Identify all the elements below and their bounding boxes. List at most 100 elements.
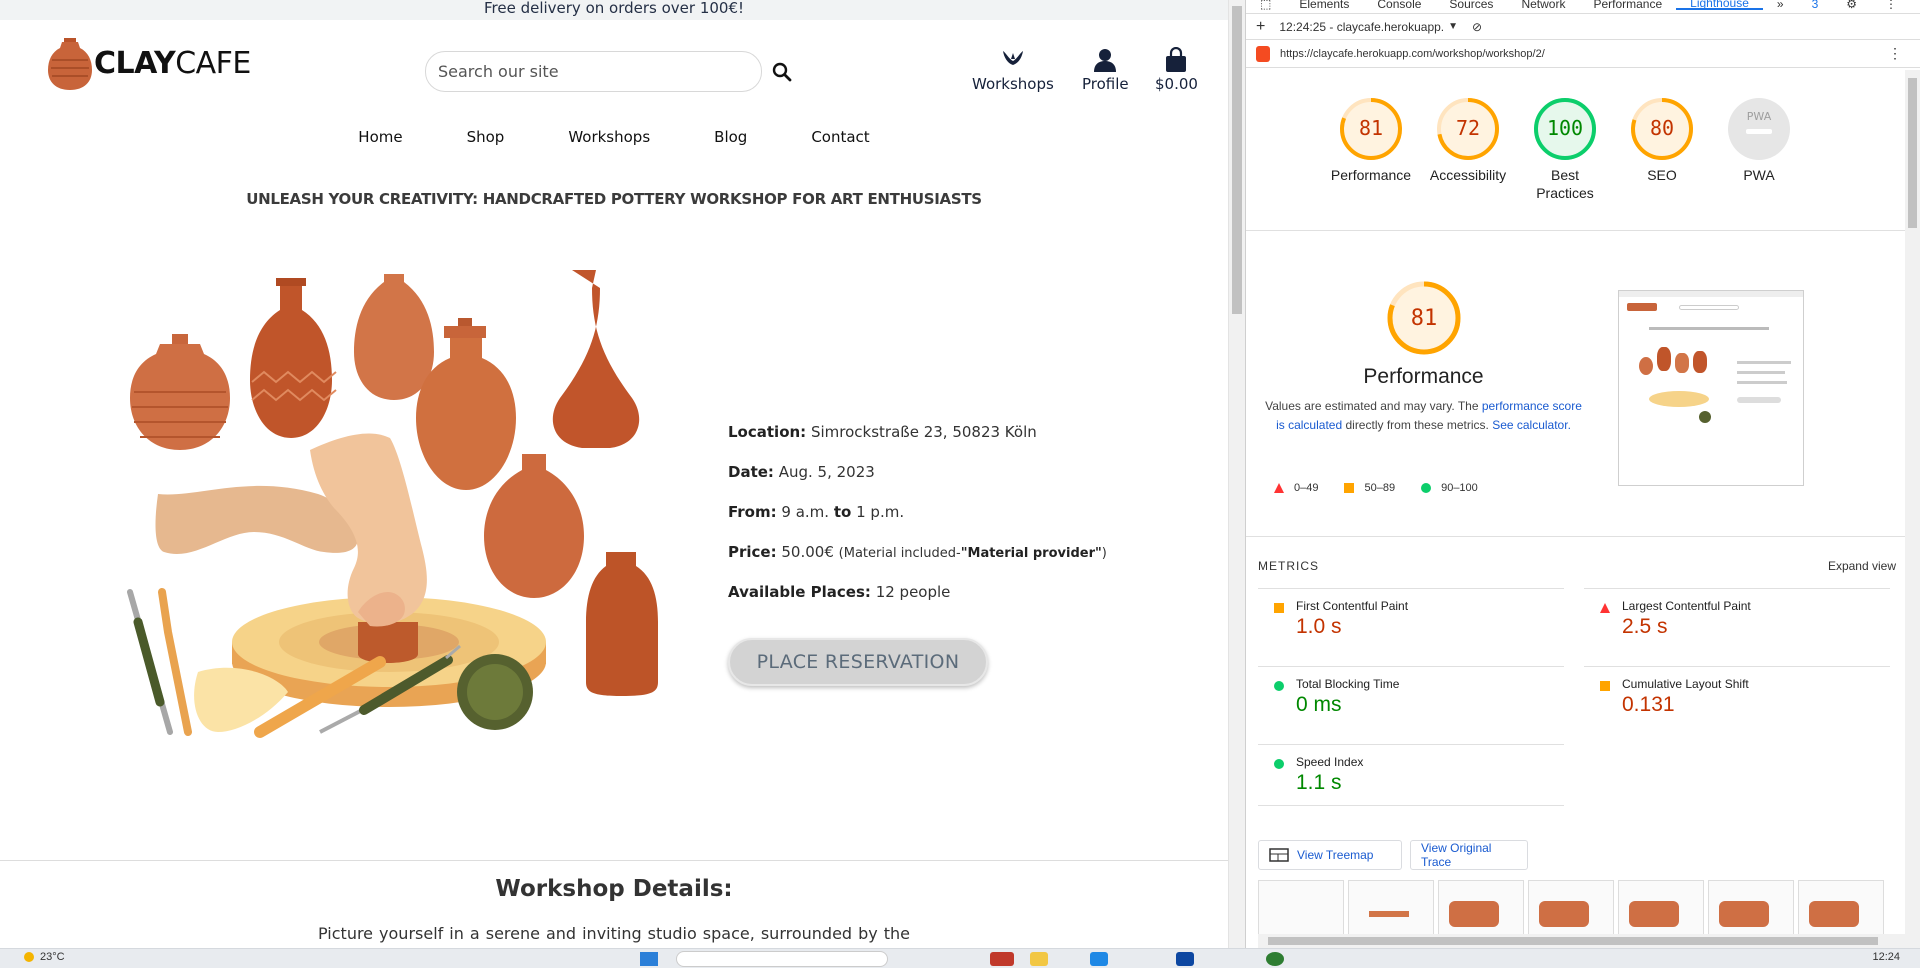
- workshop-details-text: Picture yourself in a serene and invitin…: [318, 924, 910, 943]
- svg-text:72: 72: [1456, 116, 1480, 140]
- gauge-seo[interactable]: 80 SEO: [1614, 96, 1710, 184]
- report-url: https://claycafe.herokuapp.com/workshop/…: [1280, 47, 1545, 60]
- site-scrollbar[interactable]: [1228, 0, 1245, 948]
- place-reservation-button[interactable]: PLACE RESERVATION: [728, 638, 988, 686]
- gauge-best-practices[interactable]: 100 Best Practices: [1517, 96, 1613, 202]
- expand-view-toggle[interactable]: Expand view: [1828, 559, 1896, 573]
- final-screenshot-thumbnail[interactable]: [1618, 290, 1804, 486]
- circle-icon: [1421, 483, 1432, 493]
- website-viewport: Free delivery on orders over 100€! CLAYC…: [0, 0, 1228, 948]
- divider: [1246, 230, 1906, 231]
- tab-console[interactable]: Console: [1363, 0, 1435, 10]
- workshops-link[interactable]: Workshops: [972, 47, 1054, 93]
- lighthouse-toolbar: + 12:24:25 - claycafe.herokuapp. ▼ ⊘: [1246, 14, 1920, 40]
- settings-icon[interactable]: ⚙: [1832, 0, 1871, 10]
- gauge-performance[interactable]: 81 Performance: [1323, 96, 1419, 184]
- nav-workshops[interactable]: Workshops: [536, 128, 682, 146]
- date-row: Date: Aug. 5, 2023: [728, 463, 875, 481]
- nav-home[interactable]: Home: [326, 128, 434, 146]
- metric-lcp: Largest Contentful Paint 2.5 s: [1584, 588, 1890, 650]
- time-row: From: 9 a.m. to 1 p.m.: [728, 503, 905, 521]
- legend-pass: 90–100: [1421, 482, 1478, 494]
- weather-widget[interactable]: 23°C: [24, 951, 65, 963]
- filmstrip-frame: [1258, 880, 1344, 940]
- clear-icon[interactable]: ⊘: [1472, 20, 1482, 34]
- main-nav: Home Shop Workshops Blog Contact: [0, 128, 1228, 146]
- taskbar-app-icon[interactable]: [990, 952, 1014, 966]
- site-scrollbar-thumb[interactable]: [1232, 6, 1242, 314]
- gauge-pwa[interactable]: PWA PWA: [1711, 96, 1807, 184]
- filmstrip-scrollbar-thumb[interactable]: [1268, 937, 1878, 945]
- view-treemap-button[interactable]: View Treemap: [1258, 840, 1402, 870]
- sun-icon: [24, 952, 34, 962]
- start-button[interactable]: [640, 952, 658, 966]
- more-options-icon[interactable]: ⋮: [1871, 0, 1911, 10]
- metric-cls: Cumulative Layout Shift 0.131: [1584, 666, 1890, 728]
- filmstrip: [1258, 880, 1898, 940]
- report-menu-icon[interactable]: ⋮: [1888, 45, 1902, 62]
- taskbar-app-icon[interactable]: [1090, 952, 1108, 966]
- pottery-workshop-illustration: [127, 270, 658, 738]
- filmstrip-frame: [1528, 880, 1614, 940]
- tab-lighthouse[interactable]: Lighthouse: [1676, 0, 1763, 10]
- striped-jar-image: [130, 334, 230, 450]
- price-row: Price: 50.00€ (Material included-"Materi…: [728, 543, 1107, 561]
- report-url-bar: https://claycafe.herokuapp.com/workshop/…: [1246, 40, 1920, 68]
- location-row: Location: Simrockstraße 23, 50823 Köln: [728, 423, 1037, 441]
- tab-sources[interactable]: Sources: [1435, 0, 1507, 10]
- tab-performance[interactable]: Performance: [1579, 0, 1676, 10]
- report-selector[interactable]: 12:24:25 - claycafe.herokuapp.: [1279, 20, 1444, 34]
- more-tabs-icon[interactable]: »: [1763, 0, 1798, 10]
- cart-link[interactable]: $0.00: [1155, 47, 1198, 93]
- clay-pot-logo-icon: [48, 38, 92, 90]
- taskbar-search[interactable]: [676, 951, 888, 967]
- clock[interactable]: 12:24: [1872, 951, 1900, 963]
- promo-banner: Free delivery on orders over 100€!: [0, 0, 1228, 20]
- site-logo[interactable]: CLAYCAFE: [48, 34, 251, 92]
- taskbar-app-icon[interactable]: [1266, 952, 1284, 966]
- svg-text:PWA: PWA: [1747, 110, 1772, 123]
- search-icon[interactable]: [770, 60, 794, 84]
- issues-badge[interactable]: 3: [1798, 0, 1833, 10]
- performance-title: Performance: [1363, 365, 1484, 388]
- gauge-label: SEO: [1647, 167, 1677, 183]
- shopping-bag-icon: [1166, 47, 1187, 72]
- view-original-trace-button[interactable]: View Original Trace: [1410, 840, 1528, 870]
- treemap-icon: [1269, 848, 1289, 862]
- taskbar-app-icon[interactable]: [1176, 952, 1194, 966]
- triangle-icon: [1600, 603, 1610, 613]
- pwa-badge-icon: PWA: [1728, 98, 1790, 160]
- nav-shop[interactable]: Shop: [435, 128, 537, 146]
- workshops-label: Workshops: [972, 75, 1054, 93]
- places-row: Available Places: 12 people: [728, 583, 951, 601]
- tab-network[interactable]: Network: [1507, 0, 1579, 10]
- section-divider: [0, 860, 1228, 861]
- devtools-scrollbar-thumb[interactable]: [1908, 78, 1917, 228]
- circle-icon: [1274, 681, 1284, 691]
- workshop-details-title: Workshop Details:: [495, 876, 733, 902]
- inspect-icon[interactable]: ⬚: [1246, 0, 1285, 10]
- gauge-label: Best Practices: [1536, 167, 1594, 201]
- windows-taskbar: 23°C 12:24: [0, 948, 1920, 968]
- score-ring: 100: [1534, 98, 1596, 160]
- person-icon: [1094, 49, 1117, 72]
- see-calculator-link[interactable]: See calculator.: [1492, 418, 1571, 432]
- nav-blog[interactable]: Blog: [682, 128, 779, 146]
- chevron-down-icon[interactable]: ▼: [1448, 21, 1458, 32]
- gauge-accessibility[interactable]: 72 Accessibility: [1420, 96, 1516, 184]
- svg-text:81: 81: [1410, 306, 1437, 331]
- gauge-label: PWA: [1743, 167, 1775, 183]
- taskbar-app-icon[interactable]: [1030, 952, 1048, 966]
- gauge-label: Performance: [1330, 167, 1412, 183]
- devtools-tabs: ⬚ Elements Console Sources Network Perfo…: [1246, 0, 1920, 14]
- circle-icon: [1274, 759, 1284, 769]
- filmstrip-scrollbar[interactable]: [1258, 934, 1908, 948]
- cart-total: $0.00: [1155, 75, 1198, 93]
- profile-link[interactable]: Profile: [1082, 47, 1129, 93]
- nav-contact[interactable]: Contact: [779, 128, 901, 146]
- devtools-scrollbar[interactable]: [1905, 70, 1920, 948]
- add-report-icon[interactable]: +: [1256, 18, 1265, 36]
- tab-elements[interactable]: Elements: [1285, 0, 1363, 10]
- score-ring: 72: [1437, 98, 1499, 160]
- search-input[interactable]: [425, 51, 762, 92]
